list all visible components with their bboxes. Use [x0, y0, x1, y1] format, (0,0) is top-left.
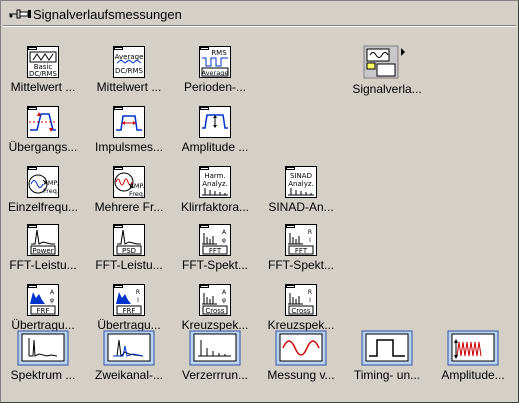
palette-item-transition-measurement[interactable]: Übergangs... [0, 104, 86, 164]
svg-text:I: I [309, 297, 311, 304]
palette-icon-grid: Basic DC/RMS Mittelwert ... Average DC/RM… [0, 0, 519, 403]
dual-channel-express-icon [103, 330, 155, 366]
timing-transition-express-icon [361, 330, 413, 366]
palette-item-basic-dc-rms[interactable]: Basic DC/RMS Mittelwert ... [0, 44, 86, 104]
amplitude-level-express-icon [447, 330, 499, 366]
svg-text:FRF: FRF [123, 307, 136, 315]
svg-text:R: R [308, 229, 312, 236]
svg-text:Average: Average [202, 69, 229, 77]
palette-item-tone-measurement-express[interactable]: Messung v... [258, 330, 344, 390]
fft-spectrum-mag-phase-icon: Aφ FFT [199, 224, 231, 256]
palette-item-label: FFT-Leistu... [9, 258, 77, 272]
palette-item-timing-transition-express[interactable]: Timing- un... [344, 330, 430, 390]
palette-item-distortion-express[interactable]: Verzerrrun... [172, 330, 258, 390]
svg-text:DC/RMS: DC/RMS [29, 70, 58, 78]
palette-item-multi-tone[interactable]: AMP. Freq. Mehrere Fr... [86, 164, 172, 224]
svg-text:RMS: RMS [211, 49, 227, 57]
palette-item-label: Perioden-... [183, 80, 247, 94]
palette-item-label: Mittelwert ... [10, 80, 76, 94]
svg-text:Analyz.: Analyz. [288, 180, 314, 188]
cross-spectrum-real-imag-icon: RI Cross [285, 284, 317, 316]
svg-text:Harm.: Harm. [204, 172, 225, 180]
palette-item-label: Übergangs... [8, 140, 78, 154]
palette-item-label: Verzerrrun... [181, 368, 249, 382]
svg-text:R: R [136, 289, 140, 296]
svg-text:φ: φ [222, 237, 226, 244]
palette-item-label: Impulsmes... [94, 140, 163, 154]
svg-text:φ: φ [50, 297, 54, 304]
palette-item-label: Amplitude... [441, 368, 505, 382]
palette-item-label: FFT-Spekt... [267, 258, 334, 272]
svg-text:I: I [309, 237, 311, 244]
svg-text:FFT: FFT [295, 247, 308, 255]
palette-item-label: FFT-Spekt... [181, 258, 248, 272]
svg-text:Analyz.: Analyz. [202, 180, 228, 188]
palette-item-signal-subpalette[interactable]: Signalverla... [344, 44, 430, 104]
palette-item-label: Timing- un... [353, 368, 421, 382]
single-tone-icon: AMP. Freq. [27, 166, 59, 198]
svg-text:AMP.: AMP. [43, 179, 58, 187]
frf-mag-phase-icon: Aφ FRF [27, 284, 59, 316]
average-dc-rms-icon: Average DC/RMS [113, 46, 145, 78]
transition-measurement-icon [27, 106, 59, 138]
tone-measurement-express-icon [275, 330, 327, 366]
svg-text:AMP.: AMP. [129, 182, 144, 190]
amplitude-levels-icon [199, 106, 231, 138]
basic-dc-rms-icon: Basic DC/RMS [27, 46, 59, 78]
palette-item-fft-power-spectrum[interactable]: Power FFT-Leistu... [0, 222, 86, 282]
pulse-measurement-icon [113, 106, 145, 138]
palette-item-single-tone[interactable]: AMP. Freq. Einzelfrequ... [0, 164, 86, 224]
periodic-rms-icon: RMS Average [199, 46, 231, 78]
fft-spectrum-real-imag-icon: RI FFT [285, 224, 317, 256]
distortion-express-icon [189, 330, 241, 366]
palette-item-amplitude-level-express[interactable]: Amplitude... [430, 330, 516, 390]
palette-item-fft-spectrum-mag-phase[interactable]: Aφ FFT FFT-Spekt... [172, 222, 258, 282]
svg-text:Cross: Cross [205, 307, 225, 315]
frf-real-imag-icon: RI FRF [113, 284, 145, 316]
palette-item-average-dc-rms[interactable]: Average DC/RMS Mittelwert ... [86, 44, 172, 104]
palette-item-label: Mittelwert ... [96, 80, 162, 94]
palette-item-label: Zweikanal-... [94, 368, 164, 382]
svg-text:FRF: FRF [37, 307, 50, 315]
palette-item-pulse-measurement[interactable]: Impulsmes... [86, 104, 172, 164]
svg-text:FFT: FFT [209, 247, 222, 255]
cross-spectrum-mag-phase-icon: Aφ Cross [199, 284, 231, 316]
palette-item-label: Klirrfaktora... [180, 200, 249, 214]
palette-item-sinad-analyzer[interactable]: SINAD Analyz. SINAD-An... [258, 164, 344, 224]
palette-item-amplitude-levels[interactable]: Amplitude ... [172, 104, 258, 164]
sinad-analyzer-icon: SINAD Analyz. [285, 166, 317, 198]
palette-item-label: FFT-Leistu... [95, 258, 163, 272]
svg-text:R: R [308, 289, 312, 296]
svg-text:PSD: PSD [122, 247, 136, 255]
palette-item-label: Amplitude ... [181, 140, 249, 154]
svg-text:Power: Power [32, 247, 53, 255]
fft-psd-icon: PSD [113, 224, 145, 256]
svg-text:φ: φ [222, 297, 226, 304]
palette-item-dual-channel-express[interactable]: Zweikanal-... [86, 330, 172, 390]
fft-power-spectrum-icon: Power [27, 224, 59, 256]
svg-text:Freq.: Freq. [129, 190, 145, 198]
signal-subpalette-icon [361, 44, 413, 80]
svg-text:DC/RMS: DC/RMS [115, 67, 144, 75]
svg-text:SINAD: SINAD [290, 172, 312, 180]
svg-text:I: I [137, 297, 139, 304]
svg-text:Cross: Cross [291, 307, 311, 315]
palette-item-label: SINAD-An... [268, 200, 334, 214]
multi-tone-icon: AMP. Freq. [113, 166, 145, 198]
spectral-measurements-express-icon [17, 330, 69, 366]
palette-item-fft-spectrum-real-imag[interactable]: RI FFT FFT-Spekt... [258, 222, 344, 282]
palette-item-label: Spektrum ... [10, 368, 76, 382]
harmonic-analyzer-icon: Harm. Analyz. [199, 166, 231, 198]
palette-item-spectral-measurements-express[interactable]: Spektrum ... [0, 330, 86, 390]
palette-item-harmonic-analyzer[interactable]: Harm. Analyz. Klirrfaktora... [172, 164, 258, 224]
palette-item-label: Messung v... [267, 368, 335, 382]
svg-text:Freq.: Freq. [43, 187, 59, 195]
palette-item-label: Einzelfrequ... [7, 200, 79, 214]
palette-item-label: Signalverla... [352, 82, 422, 96]
palette-item-fft-psd[interactable]: PSD FFT-Leistu... [86, 222, 172, 282]
palette-item-periodic-rms[interactable]: RMS Average Perioden-... [172, 44, 258, 104]
palette-item-label: Mehrere Fr... [94, 200, 164, 214]
